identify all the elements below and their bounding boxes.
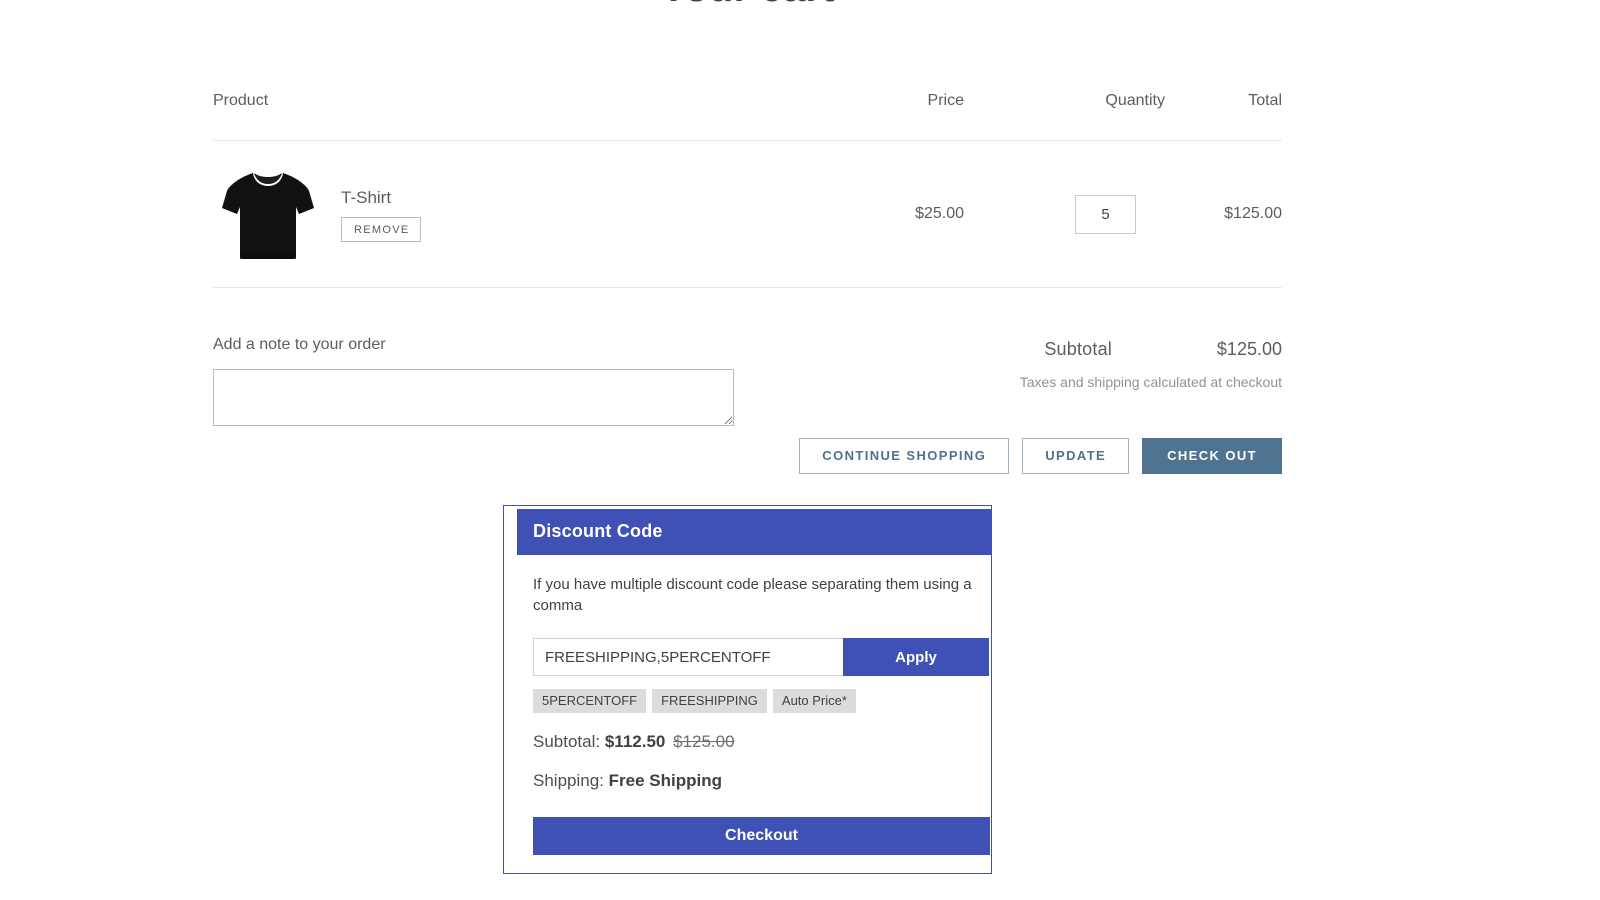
cart-item-product-cell: T-Shirt REMOVE: [213, 163, 710, 265]
cart-totals: Subtotal $125.00 Taxes and shipping calc…: [882, 336, 1282, 426]
cart-table-header: Product Price Quantity Total: [213, 92, 1282, 110]
cart-table: Product Price Quantity Total T-Shirt REM…: [213, 92, 1282, 288]
tax-shipping-note: Taxes and shipping calculated at checkou…: [1019, 374, 1282, 390]
discount-tag[interactable]: Auto Price*: [772, 689, 856, 714]
column-header-total: Total: [1248, 92, 1282, 109]
discount-code-panel: Discount Code If you have multiple disco…: [503, 505, 992, 875]
column-header-price: Price: [927, 92, 964, 109]
table-row: T-Shirt REMOVE $25.00 $125.00: [213, 141, 1282, 287]
applied-discount-tags: 5PERCENTOFF FREESHIPPING Auto Price*: [533, 689, 975, 714]
continue-shopping-button[interactable]: CONTINUE SHOPPING: [799, 438, 1010, 474]
discount-code-input[interactable]: [533, 638, 843, 677]
order-note-label: Add a note to your order: [213, 336, 386, 353]
discount-subtotal-label: Subtotal:: [533, 732, 601, 752]
subtotal-row: Subtotal $125.00: [882, 339, 1282, 360]
discount-code-row: Apply: [533, 638, 989, 677]
cart-item-name[interactable]: T-Shirt: [341, 188, 421, 208]
subtotal-label: Subtotal: [1044, 339, 1112, 359]
cart-item-quantity-cell: [965, 194, 1165, 234]
cart-item-price: $25.00: [915, 205, 964, 222]
remove-button[interactable]: REMOVE: [341, 216, 422, 242]
discount-subtotal-row: Subtotal: $112.50 $125.00: [533, 732, 975, 752]
discount-shipping-row: Shipping: Free Shipping: [533, 771, 975, 791]
cart-item-total: $125.00: [1224, 205, 1282, 222]
update-button[interactable]: UPDATE: [1022, 438, 1130, 474]
discount-subtotal-old: $125.00: [673, 732, 735, 752]
cart-page: Your cart Product Price Quantity Total T…: [0, 0, 1600, 900]
product-thumbnail-t-shirt[interactable]: [220, 163, 316, 265]
column-header-product: Product: [213, 92, 269, 109]
cart-action-buttons: CONTINUE SHOPPING UPDATE CHECK OUT: [213, 438, 1282, 474]
discount-shipping-label: Shipping:: [533, 771, 604, 791]
discount-shipping-value: Free Shipping: [608, 771, 722, 791]
discount-hint-text: If you have multiple discount code pleas…: [533, 576, 972, 614]
check-out-button[interactable]: CHECK OUT: [1142, 438, 1282, 474]
discount-tag[interactable]: 5PERCENTOFF: [533, 689, 647, 714]
discount-subtotal-new: $112.50: [604, 732, 666, 752]
order-note-block: Add a note to your order: [213, 336, 734, 426]
discount-panel-body: If you have multiple discount code pleas…: [517, 555, 991, 873]
row-divider: [213, 287, 1282, 288]
cart-footer: Add a note to your order Subtotal $125.0…: [213, 336, 1282, 426]
discount-panel-title: Discount Code: [517, 509, 991, 555]
page-title: Your cart: [0, 0, 1495, 11]
discount-tag[interactable]: FREESHIPPING: [652, 689, 767, 714]
subtotal-value: $125.00: [1216, 339, 1282, 359]
apply-discount-button[interactable]: Apply: [843, 638, 989, 677]
column-header-quantity: Quantity: [1105, 92, 1165, 109]
order-note-textarea[interactable]: [213, 369, 734, 426]
cart-item-meta: T-Shirt REMOVE: [341, 186, 422, 242]
discount-checkout-button[interactable]: Checkout: [533, 817, 990, 856]
quantity-input[interactable]: [1075, 194, 1136, 234]
